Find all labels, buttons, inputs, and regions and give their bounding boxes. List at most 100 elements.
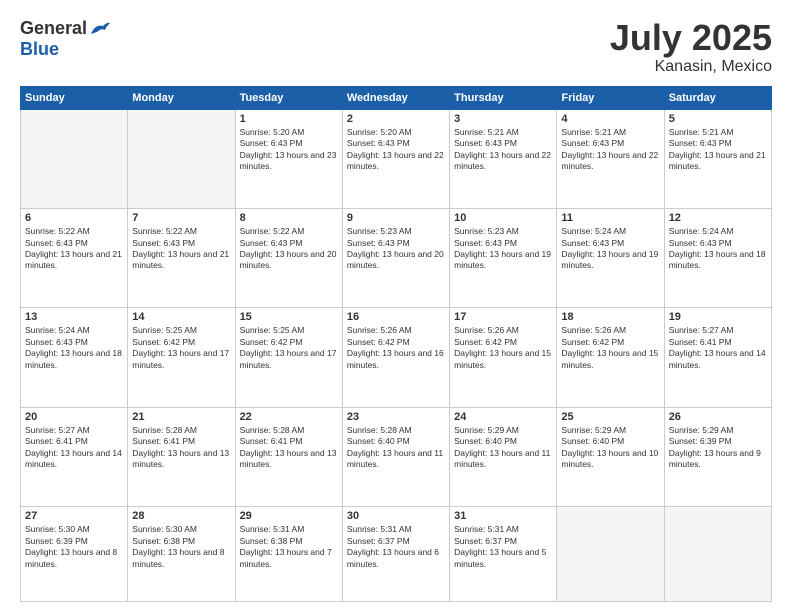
calendar-cell: 20 Sunrise: 5:27 AM Sunset: 6:41 PM Dayli… (21, 407, 128, 506)
day-info: Sunrise: 5:26 AM Sunset: 6:42 PM Dayligh… (561, 325, 659, 371)
day-number: 26 (669, 411, 767, 423)
calendar-cell: 16 Sunrise: 5:26 AM Sunset: 6:42 PM Dayli… (342, 308, 449, 407)
day-number: 12 (669, 212, 767, 224)
calendar-cell: 4Sunrise: 5:21 AM Sunset: 6:43 PM Daylig… (557, 109, 664, 208)
day-number: 14 (132, 311, 230, 323)
calendar-cell: 11Sunrise: 5:24 AM Sunset: 6:43 PM Dayli… (557, 209, 664, 308)
calendar-cell: 15 Sunrise: 5:25 AM Sunset: 6:42 PM Dayli… (235, 308, 342, 407)
day-info: Sunrise: 5:28 AM Sunset: 6:41 PM Dayligh… (132, 425, 230, 471)
day-info: Sunrise: 5:29 AM Sunset: 6:40 PM Dayligh… (454, 425, 552, 471)
day-info: Sunrise: 5:26 AM Sunset: 6:42 PM Dayligh… (454, 325, 552, 371)
day-info: Sunrise: 5:21 AM Sunset: 6:43 PM Dayligh… (454, 127, 552, 173)
calendar-cell: 2Sunrise: 5:20 AM Sunset: 6:43 PM Daylig… (342, 109, 449, 208)
calendar-cell: 25 Sunrise: 5:29 AM Sunset: 6:40 PM Dayli… (557, 407, 664, 506)
calendar-week-row: 20 Sunrise: 5:27 AM Sunset: 6:41 PM Dayli… (21, 407, 772, 506)
logo-bird-icon (89, 20, 111, 38)
location-title: Kanasin, Mexico (610, 58, 772, 76)
calendar-cell (21, 109, 128, 208)
day-info: Sunrise: 5:27 AM Sunset: 6:41 PM Dayligh… (25, 425, 123, 471)
day-number: 16 (347, 311, 445, 323)
calendar-header-row: SundayMondayTuesdayWednesdayThursdayFrid… (21, 86, 772, 109)
logo-blue-text: Blue (20, 39, 59, 60)
day-info: Sunrise: 5:22 AM Sunset: 6:43 PM Dayligh… (240, 226, 338, 272)
day-info: Sunrise: 5:22 AM Sunset: 6:43 PM Dayligh… (132, 226, 230, 272)
day-info: Sunrise: 5:31 AM Sunset: 6:38 PM Dayligh… (240, 524, 338, 570)
day-number: 20 (25, 411, 123, 423)
calendar-cell: 18 Sunrise: 5:26 AM Sunset: 6:42 PM Dayli… (557, 308, 664, 407)
day-number: 15 (240, 311, 338, 323)
day-info: Sunrise: 5:22 AM Sunset: 6:43 PM Dayligh… (25, 226, 123, 272)
calendar-cell: 26 Sunrise: 5:29 AM Sunset: 6:39 PM Dayli… (664, 407, 771, 506)
day-info: Sunrise: 5:25 AM Sunset: 6:42 PM Dayligh… (132, 325, 230, 371)
day-info: Sunrise: 5:27 AM Sunset: 6:41 PM Dayligh… (669, 325, 767, 371)
calendar-cell: 24Sunrise: 5:29 AM Sunset: 6:40 PM Dayli… (450, 407, 557, 506)
calendar-cell: 5 Sunrise: 5:21 AM Sunset: 6:43 PM Daylig… (664, 109, 771, 208)
calendar-week-row: 13 Sunrise: 5:24 AM Sunset: 6:43 PM Dayli… (21, 308, 772, 407)
day-info: Sunrise: 5:30 AM Sunset: 6:38 PM Dayligh… (132, 524, 230, 570)
day-number: 6 (25, 212, 123, 224)
calendar-table: SundayMondayTuesdayWednesdayThursdayFrid… (20, 86, 772, 602)
calendar-cell: 30 Sunrise: 5:31 AM Sunset: 6:37 PM Dayli… (342, 507, 449, 602)
calendar-cell: 12Sunrise: 5:24 AM Sunset: 6:43 PM Dayli… (664, 209, 771, 308)
calendar-cell: 14 Sunrise: 5:25 AM Sunset: 6:42 PM Dayli… (128, 308, 235, 407)
col-header-friday: Friday (557, 86, 664, 109)
day-info: Sunrise: 5:28 AM Sunset: 6:40 PM Dayligh… (347, 425, 445, 471)
calendar-cell: 8 Sunrise: 5:22 AM Sunset: 6:43 PM Daylig… (235, 209, 342, 308)
calendar-cell: 13 Sunrise: 5:24 AM Sunset: 6:43 PM Dayli… (21, 308, 128, 407)
month-title: July 2025 (610, 18, 772, 58)
col-header-tuesday: Tuesday (235, 86, 342, 109)
col-header-saturday: Saturday (664, 86, 771, 109)
calendar-cell: 3 Sunrise: 5:21 AM Sunset: 6:43 PM Daylig… (450, 109, 557, 208)
calendar-cell: 31Sunrise: 5:31 AM Sunset: 6:37 PM Dayli… (450, 507, 557, 602)
logo: General Blue (20, 18, 111, 60)
day-info: Sunrise: 5:21 AM Sunset: 6:43 PM Dayligh… (669, 127, 767, 173)
day-info: Sunrise: 5:25 AM Sunset: 6:42 PM Dayligh… (240, 325, 338, 371)
day-number: 9 (347, 212, 445, 224)
calendar-cell: 21 Sunrise: 5:28 AM Sunset: 6:41 PM Dayli… (128, 407, 235, 506)
calendar-cell (557, 507, 664, 602)
day-info: Sunrise: 5:28 AM Sunset: 6:41 PM Dayligh… (240, 425, 338, 471)
day-info: Sunrise: 5:30 AM Sunset: 6:39 PM Dayligh… (25, 524, 123, 570)
calendar-cell: 9Sunrise: 5:23 AM Sunset: 6:43 PM Daylig… (342, 209, 449, 308)
day-info: Sunrise: 5:29 AM Sunset: 6:40 PM Dayligh… (561, 425, 659, 471)
day-info: Sunrise: 5:21 AM Sunset: 6:43 PM Dayligh… (561, 127, 659, 173)
day-number: 5 (669, 113, 767, 125)
day-number: 30 (347, 510, 445, 522)
day-number: 2 (347, 113, 445, 125)
day-number: 13 (25, 311, 123, 323)
calendar-cell: 23Sunrise: 5:28 AM Sunset: 6:40 PM Dayli… (342, 407, 449, 506)
day-number: 18 (561, 311, 659, 323)
day-info: Sunrise: 5:29 AM Sunset: 6:39 PM Dayligh… (669, 425, 767, 471)
calendar-cell: 29 Sunrise: 5:31 AM Sunset: 6:38 PM Dayli… (235, 507, 342, 602)
day-info: Sunrise: 5:23 AM Sunset: 6:43 PM Dayligh… (454, 226, 552, 272)
day-info: Sunrise: 5:20 AM Sunset: 6:43 PM Dayligh… (240, 127, 338, 173)
day-number: 8 (240, 212, 338, 224)
day-info: Sunrise: 5:24 AM Sunset: 6:43 PM Dayligh… (561, 226, 659, 272)
col-header-thursday: Thursday (450, 86, 557, 109)
calendar-cell: 27Sunrise: 5:30 AM Sunset: 6:39 PM Dayli… (21, 507, 128, 602)
day-number: 3 (454, 113, 552, 125)
calendar-cell: 6 Sunrise: 5:22 AM Sunset: 6:43 PM Daylig… (21, 209, 128, 308)
header: General Blue July 2025 Kanasin, Mexico (20, 18, 772, 76)
day-info: Sunrise: 5:31 AM Sunset: 6:37 PM Dayligh… (347, 524, 445, 570)
day-number: 19 (669, 311, 767, 323)
day-number: 21 (132, 411, 230, 423)
col-header-sunday: Sunday (21, 86, 128, 109)
page: General Blue July 2025 Kanasin, Mexico S… (0, 0, 792, 612)
calendar-cell: 22Sunrise: 5:28 AM Sunset: 6:41 PM Dayli… (235, 407, 342, 506)
day-info: Sunrise: 5:26 AM Sunset: 6:42 PM Dayligh… (347, 325, 445, 371)
day-info: Sunrise: 5:24 AM Sunset: 6:43 PM Dayligh… (25, 325, 123, 371)
col-header-monday: Monday (128, 86, 235, 109)
title-block: July 2025 Kanasin, Mexico (610, 18, 772, 76)
col-header-wednesday: Wednesday (342, 86, 449, 109)
day-number: 7 (132, 212, 230, 224)
calendar-cell (128, 109, 235, 208)
calendar-week-row: 6 Sunrise: 5:22 AM Sunset: 6:43 PM Daylig… (21, 209, 772, 308)
logo-general-text: General (20, 18, 87, 39)
calendar-cell: 17 Sunrise: 5:26 AM Sunset: 6:42 PM Dayli… (450, 308, 557, 407)
calendar-cell (664, 507, 771, 602)
day-number: 29 (240, 510, 338, 522)
calendar-week-row: 27Sunrise: 5:30 AM Sunset: 6:39 PM Dayli… (21, 507, 772, 602)
day-number: 17 (454, 311, 552, 323)
day-number: 25 (561, 411, 659, 423)
